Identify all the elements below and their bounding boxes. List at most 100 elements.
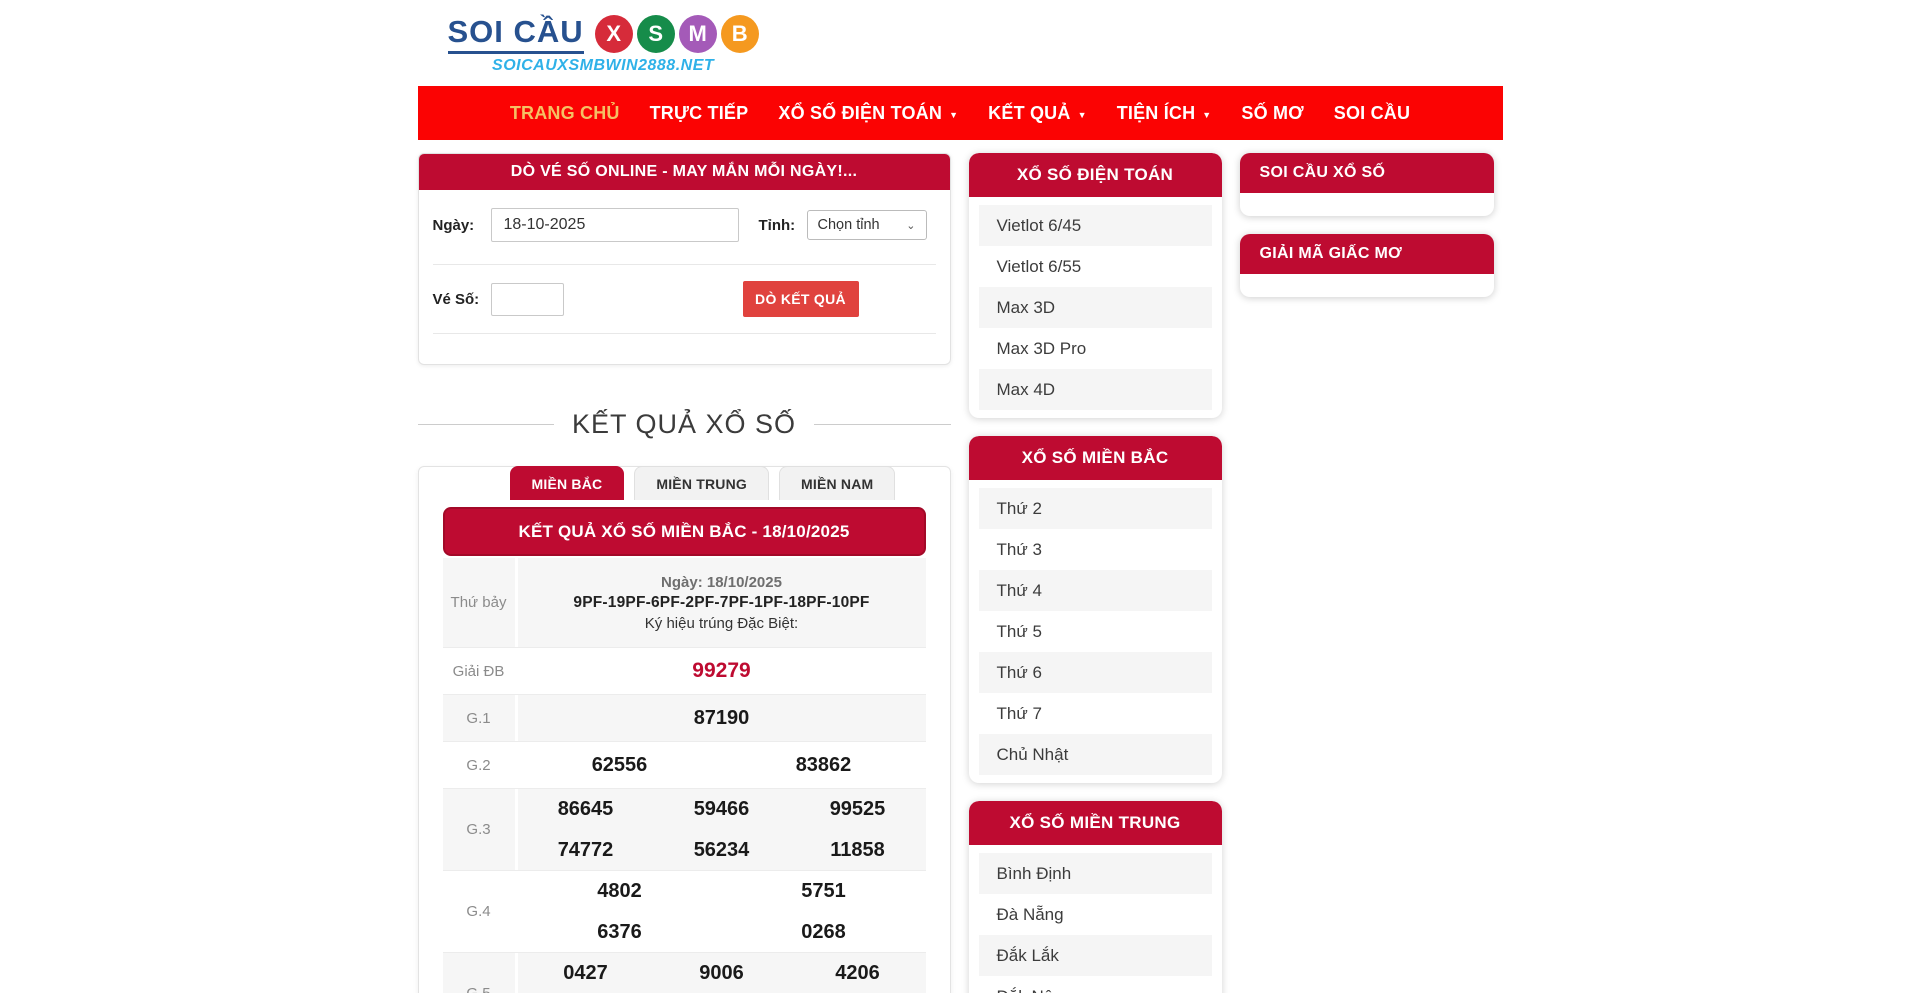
sidebar-item-vietlot-6-55[interactable]: Vietlot 6/55: [979, 246, 1212, 287]
sidebar-item-chu-nhat[interactable]: Chủ Nhật: [979, 734, 1212, 775]
table-row-g-1: G.1 87190: [443, 695, 926, 742]
prize-numbers: 87190: [518, 695, 926, 741]
sidebar-item-thu-6[interactable]: Thứ 6: [979, 652, 1212, 693]
prize-numbers: 6255683862: [518, 742, 926, 788]
logo-badge-m: M: [679, 15, 717, 53]
prize-numbers: 99279: [518, 648, 926, 694]
panel-items: Bình ĐịnhĐà NẵngĐắk LắkĐắk Nông: [969, 845, 1222, 993]
panel-giai-ma-giac-mo: GIẢI MÃ GIẤC MƠ: [1240, 234, 1494, 297]
nav-item-label: KẾT QUẢ: [988, 103, 1070, 124]
ticket-lookup-card: DÒ VÉ SỐ ONLINE - MAY MẮN MỖI NGÀY!... N…: [418, 153, 951, 365]
prize-label: G.2: [443, 742, 518, 788]
chevron-down-icon: ▼: [1202, 110, 1211, 120]
prize-number: 74772: [558, 830, 614, 870]
panel-soi-cau-xo-so: SOI CẦU XỔ SỐ: [1240, 153, 1494, 216]
results-table: Thứ bảy Ngày: 18/10/2025 9PF-19PF-6PF-2P…: [443, 558, 926, 993]
prize-numbers: 042790064206554147918535: [518, 953, 926, 993]
nav-item-label: SỐ MƠ: [1241, 103, 1303, 124]
sidebar-item-da-nang[interactable]: Đà Nẵng: [979, 894, 1212, 935]
province-label: Tỉnh:: [759, 217, 807, 234]
prize-label: G.1: [443, 695, 518, 741]
tab-mien-nam[interactable]: MIỀN NAM: [779, 466, 895, 500]
site-header: SOI CẦU XSMB SOICAUXSMBWIN2888.NET: [418, 0, 1503, 86]
prize-number: 83862: [796, 745, 852, 785]
prize-number: 99279: [692, 651, 750, 691]
page: SOI CẦU XSMB SOICAUXSMBWIN2888.NET TRANG…: [418, 0, 1503, 993]
province-select[interactable]: Chọn tỉnh ⌄: [807, 210, 927, 240]
sidebar: XỔ SỐ ĐIỆN TOÁNVietlot 6/45Vietlot 6/55M…: [969, 153, 1222, 993]
nav-item-label: XỔ SỐ ĐIỆN TOÁN: [778, 103, 942, 124]
panel-body: [1240, 193, 1494, 216]
nav-item-ket-qua[interactable]: KẾT QUẢ ▼: [973, 86, 1102, 140]
prize-number: 59466: [694, 789, 750, 829]
results-card: MIỀN BẮC MIỀN TRUNG MIỀN NAM KẾT QUẢ XỔ SỐ…: [418, 466, 951, 993]
province-select-value: Chọn tỉnh: [818, 217, 880, 233]
nav-item-label: TRANG CHỦ: [510, 103, 620, 124]
prize-numbers: 866455946699525747725623411858: [518, 789, 926, 870]
prize-number: 87190: [694, 698, 750, 738]
sidebar-item-dak-lak[interactable]: Đắk Lắk: [979, 935, 1212, 976]
day-label: Thứ bảy: [443, 558, 518, 647]
logo-badges: XSMB: [591, 15, 759, 53]
table-row-g-3: G.3866455946699525747725623411858: [443, 789, 926, 871]
panel-body: [1240, 274, 1494, 297]
prize-number: 5751: [801, 871, 846, 911]
chevron-down-icon: ▼: [1078, 110, 1087, 120]
prize-label: G.4: [443, 871, 518, 952]
panel-title: XỔ SỐ ĐIỆN TOÁN: [969, 153, 1222, 197]
nav-bar: TRANG CHỦTRỰC TIẾPXỔ SỐ ĐIỆN TOÁN▼KẾT QU…: [418, 86, 1503, 140]
logo-link[interactable]: SOI CẦU XSMB SOICAUXSMBWIN2888.NET: [448, 14, 759, 75]
nav-item-xo-so-dien-toan[interactable]: XỔ SỐ ĐIỆN TOÁN ▼: [763, 86, 973, 140]
sidebar-item-thu-2[interactable]: Thứ 2: [979, 488, 1212, 529]
results-table-title: KẾT QUẢ XỔ SỐ MIỀN BẮC - 18/10/2025: [443, 507, 926, 556]
sidebar-item-dak-nong[interactable]: Đắk Nông: [979, 976, 1212, 993]
prize-number: 6376: [597, 912, 642, 952]
sidebar-item-thu-7[interactable]: Thứ 7: [979, 693, 1212, 734]
panel-title: XỔ SỐ MIỀN TRUNG: [969, 801, 1222, 845]
prize-number: 4802: [597, 871, 642, 911]
ticket-codes: 9PF-19PF-6PF-2PF-7PF-1PF-18PF-10PF: [573, 594, 869, 612]
nav-item-soi-cau[interactable]: SOI CẦU: [1319, 86, 1425, 140]
logo-domain: SOICAUXSMBWIN2888.NET: [448, 57, 759, 75]
sidebar-item-max-3d-pro[interactable]: Max 3D Pro: [979, 328, 1212, 369]
draw-date: Ngày: 18/10/2025: [661, 574, 782, 591]
panel-title: SOI CẦU XỔ SỐ: [1240, 153, 1494, 193]
prize-number: 9006: [699, 953, 744, 993]
date-label: Ngày:: [433, 217, 491, 234]
prize-number: 0427: [563, 953, 608, 993]
right-column: SOI CẦU XỔ SỐ GIẢI MÃ GIẤC MƠ: [1240, 153, 1494, 315]
prize-number: 4206: [835, 953, 880, 993]
table-row-g-4: G.44802575163760268: [443, 871, 926, 953]
tab-mien-trung[interactable]: MIỀN TRUNG: [634, 466, 769, 500]
tab-mien-bac[interactable]: MIỀN BẮC: [510, 466, 625, 500]
chevron-down-icon: ▼: [949, 110, 958, 120]
prize-number: 86645: [558, 789, 614, 829]
panel-xo-so-dien-toan: XỔ SỐ ĐIỆN TOÁNVietlot 6/45Vietlot 6/55M…: [969, 153, 1222, 418]
date-input[interactable]: [491, 208, 739, 242]
ticket-input[interactable]: [491, 283, 564, 316]
nav-item-so-mo[interactable]: SỐ MƠ: [1226, 86, 1318, 140]
check-result-button[interactable]: DÒ KẾT QUẢ: [743, 281, 859, 317]
sidebar-item-thu-3[interactable]: Thứ 3: [979, 529, 1212, 570]
sidebar-item-binh-dinh[interactable]: Bình Định: [979, 853, 1212, 894]
prize-number: 99525: [830, 789, 886, 829]
table-row-giai-db: Giải ĐB 99279: [443, 648, 926, 695]
panel-items: Vietlot 6/45Vietlot 6/55Max 3DMax 3D Pro…: [969, 197, 1222, 410]
nav-item-tien-ich[interactable]: TIỆN ÍCH▼: [1102, 86, 1227, 140]
panel-title: GIẢI MÃ GIẤC MƠ: [1240, 234, 1494, 274]
nav-item-trang-chu[interactable]: TRANG CHỦ: [495, 86, 635, 140]
nav-item-truc-tiep[interactable]: TRỰC TIẾP: [635, 86, 764, 140]
content: DÒ VÉ SỐ ONLINE - MAY MẮN MỖI NGÀY!... N…: [418, 153, 1503, 993]
logo: SOI CẦU XSMB: [448, 14, 759, 54]
sidebar-item-max-3d[interactable]: Max 3D: [979, 287, 1212, 328]
sidebar-item-max-4d[interactable]: Max 4D: [979, 369, 1212, 410]
nav-item-label: SOI CẦU: [1334, 103, 1410, 124]
table-row-g-5: G.5042790064206554147918535: [443, 953, 926, 993]
prize-label: Giải ĐB: [443, 648, 518, 694]
sidebar-item-thu-4[interactable]: Thứ 4: [979, 570, 1212, 611]
sidebar-item-vietlot-6-45[interactable]: Vietlot 6/45: [979, 205, 1212, 246]
panel-xo-so-mien-trung: XỔ SỐ MIỀN TRUNGBình ĐịnhĐà NẵngĐắk LắkĐ…: [969, 801, 1222, 993]
sidebar-item-thu-5[interactable]: Thứ 5: [979, 611, 1212, 652]
region-tabs: MIỀN BẮC MIỀN TRUNG MIỀN NAM: [443, 466, 926, 500]
lookup-body: Ngày: Tỉnh: Chọn tỉnh ⌄ Vé Số: DÒ KẾT QU…: [419, 190, 950, 364]
